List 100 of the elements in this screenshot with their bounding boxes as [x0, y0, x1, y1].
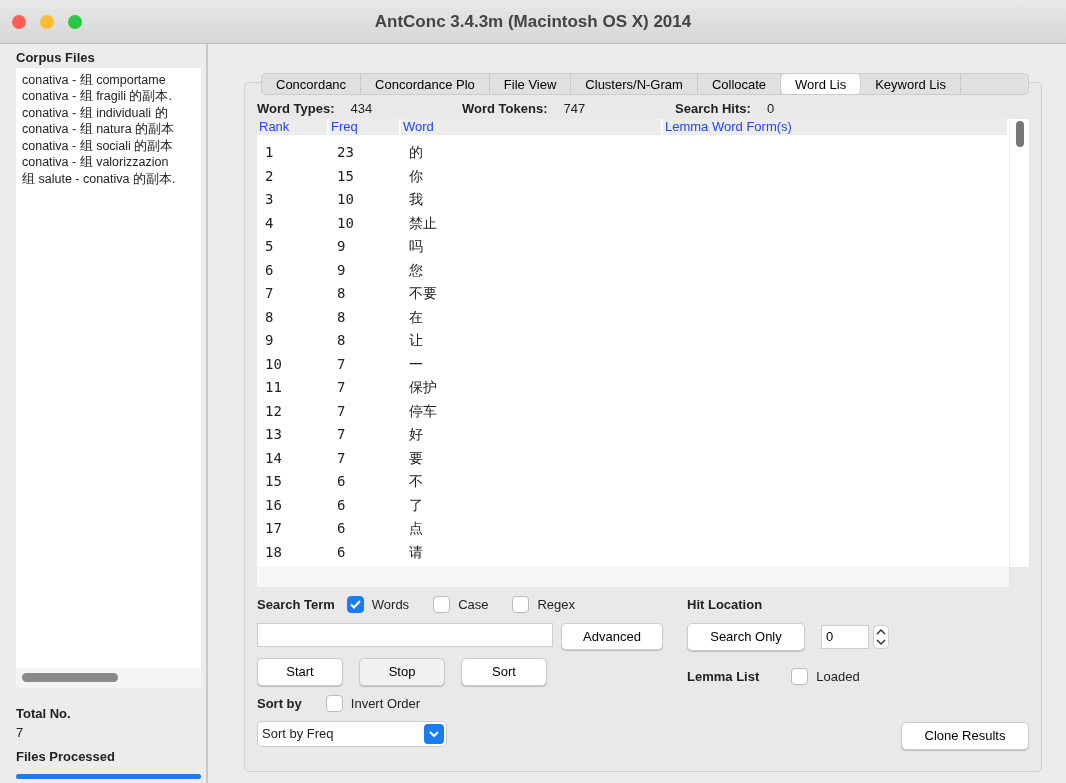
table-cell-text: 请 — [408, 542, 424, 562]
column-header[interactable]: Rank — [257, 119, 329, 135]
window-title: AntConc 3.4.3m (Macintosh OS X) 2014 — [374, 10, 692, 33]
sort-dropdown[interactable]: Sort by Freq — [257, 721, 447, 747]
table-cell-text: 一 — [408, 354, 424, 374]
number-field[interactable]: 0 — [821, 624, 869, 649]
stat-value: 0 — [766, 100, 775, 119]
tab[interactable]: Concordance Plo — [361, 74, 490, 94]
table-cell-text: 8 — [336, 307, 347, 327]
table-cell-text: 在 — [408, 307, 424, 327]
stop-button[interactable]: Stop — [359, 658, 445, 686]
zoom-button[interactable] — [68, 15, 82, 29]
table-cell-text: 您 — [408, 260, 424, 280]
table-cell-text: 我 — [408, 190, 424, 209]
file-list-item[interactable]: conativa - 组 valorizzazion — [22, 154, 195, 171]
table-cell-text: 13 — [264, 425, 283, 444]
table-cell-text: 5 — [264, 237, 275, 256]
checkbox-label: Words — [371, 596, 410, 614]
processed-label: Files Processed — [16, 747, 116, 766]
start-button[interactable]: Start — [257, 658, 343, 686]
checkbox-label: Invert Order — [350, 694, 421, 713]
table-cell-text: 10 — [264, 354, 283, 374]
table-cell-text: 7 — [336, 401, 347, 421]
scroll-thumb[interactable] — [1016, 121, 1024, 147]
table-cell-text: 停车 — [408, 401, 438, 421]
stat-label: Search Hits: — [675, 100, 751, 119]
minimize-button[interactable] — [40, 15, 54, 29]
check-icon — [349, 600, 361, 610]
tab[interactable]: Clusters/N-Gram — [571, 74, 698, 94]
checkbox-label: Case — [458, 596, 489, 614]
checkbox-label: Regex — [537, 596, 576, 614]
tab[interactable]: Concordanc — [262, 74, 362, 94]
table-cell-text: 吗 — [408, 237, 424, 256]
tab[interactable]: Word Lis — [781, 74, 862, 94]
table-cell-text: 保护 — [408, 378, 438, 397]
table-cell-text: 6 — [264, 260, 275, 280]
file-list-item[interactable]: conativa - 组 individuali 的 — [22, 104, 195, 121]
scroll-thumb[interactable] — [22, 673, 118, 682]
checkbox[interactable] — [791, 667, 809, 685]
table-cell-text: 10 — [336, 213, 355, 233]
column-header[interactable]: Word — [401, 119, 663, 135]
checkbox-label: Loaded — [816, 667, 860, 686]
advanced-button[interactable]: Advanced — [561, 622, 663, 650]
tab[interactable]: Keyword Lis — [861, 74, 961, 94]
clone-results-button[interactable]: Clone Results — [901, 722, 1029, 750]
lemma-list-label: Lemma List — [687, 667, 760, 686]
table-cell-text: 8 — [336, 284, 347, 303]
table-cell-text: 不要 — [408, 284, 438, 303]
table-cell-text: 不 — [408, 472, 424, 491]
table-cell-text: 6 — [336, 472, 347, 491]
search-field[interactable] — [257, 622, 553, 647]
column-header[interactable]: Freq — [329, 119, 401, 135]
table-cell-text: 6 — [336, 495, 347, 515]
table-cell-text: 点 — [408, 519, 424, 538]
close-button[interactable] — [12, 15, 26, 29]
table-cell-text: 7 — [264, 284, 275, 303]
table-cell-text: 1 — [264, 143, 275, 162]
file-list-item[interactable]: 组 salute - conativa 的副本. — [22, 170, 195, 187]
table-cell-text: 4 — [264, 213, 275, 233]
sort-by-label: Sort by — [257, 694, 302, 713]
total-label: Total No. — [16, 704, 72, 723]
table-cell-text: 12 — [264, 401, 283, 421]
tab[interactable]: File View — [489, 74, 572, 94]
sort-button[interactable]: Sort — [461, 658, 547, 686]
table-cell-text: 6 — [336, 542, 347, 562]
file-list-item[interactable]: conativa - 组 sociali 的副本 — [22, 137, 195, 154]
search-only-button[interactable]: Search Only — [687, 623, 805, 651]
search-term-label: Search Term — [257, 596, 335, 614]
file-list-item[interactable]: conativa - 组 comportame — [22, 71, 195, 88]
table-cell-text: 7 — [336, 354, 347, 374]
table-cell-text: 17 — [264, 519, 283, 538]
horizontal-scrollbar[interactable] — [16, 667, 201, 688]
file-list-item[interactable]: conativa - 组 natura 的副本 — [22, 121, 195, 138]
hit-location-label: Hit Location — [687, 596, 764, 614]
table-cell-text: 9 — [336, 237, 347, 256]
checkbox[interactable] — [325, 694, 343, 712]
checkbox[interactable] — [433, 596, 451, 614]
table-cell-text: 要 — [408, 448, 424, 468]
table-cell-text: 2 — [264, 166, 275, 186]
table-cell-text: 8 — [264, 307, 275, 327]
file-list-item[interactable]: conativa - 组 fragili 的副本. — [22, 88, 195, 105]
table-cell-text: 7 — [336, 378, 347, 397]
table-cell-text: 7 — [336, 425, 347, 444]
table-cell-text: 15 — [264, 472, 283, 491]
stat-value: 434 — [350, 100, 373, 119]
checkbox[interactable] — [346, 596, 364, 614]
table-cell-text: 6 — [336, 519, 347, 538]
table-cell-text: 16 — [264, 495, 283, 515]
table-cell-text: 10 — [336, 190, 355, 209]
checkbox[interactable] — [512, 596, 530, 614]
stat-label: Word Tokens: — [462, 100, 548, 119]
table-cell-text: 你 — [408, 166, 424, 186]
dropdown-value: Sort by Freq — [262, 725, 334, 744]
column-header[interactable]: Lemma Word Form(s) — [663, 119, 1009, 135]
table-cell-text: 3 — [264, 190, 275, 209]
table-cell-text: 15 — [336, 166, 355, 186]
stepper-icon[interactable] — [873, 624, 889, 649]
table-cell-text: 的 — [408, 143, 424, 162]
table-cell-text: 8 — [336, 331, 347, 350]
total-value: 7 — [16, 724, 25, 742]
